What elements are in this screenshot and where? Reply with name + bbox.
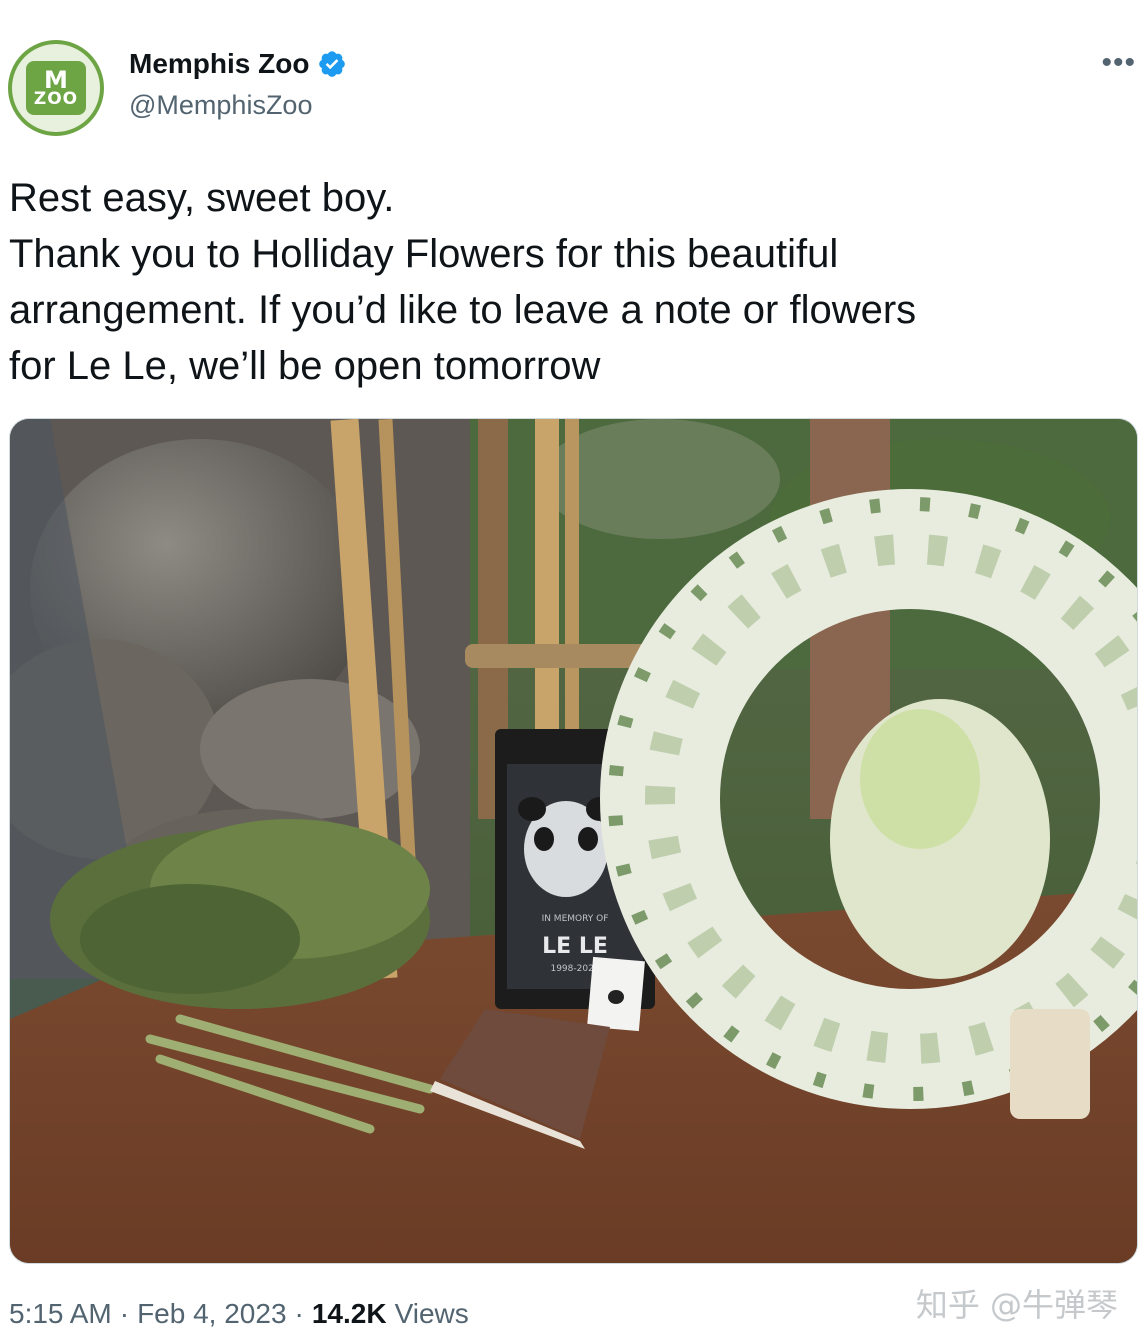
tweet-photo[interactable]: IN MEMORY OF LE LE 1998-2023 [9, 418, 1138, 1264]
watermark: 知乎 @牛弹琴 [915, 1286, 1118, 1324]
separator: · [119, 1298, 130, 1329]
tweet-date[interactable]: Feb 4, 2023 [137, 1298, 286, 1330]
tweet-text: Rest easy, sweet boy. Thank you to Holli… [9, 170, 1129, 394]
views-label: Views [394, 1298, 469, 1329]
tweet-text-line: Thank you to Holliday Flowers for this b… [9, 232, 839, 276]
views-count[interactable]: 14.2K [312, 1298, 387, 1330]
tweet-meta: 5:15 AM · Feb 4, 2023 · 14.2K Views [9, 1298, 469, 1330]
more-options-icon[interactable]: ••• [1101, 48, 1136, 78]
tweet-text-line: Rest easy, sweet boy. [9, 176, 395, 220]
sign-name: LE LE [542, 934, 608, 959]
author-display-name[interactable]: Memphis Zoo [129, 48, 309, 80]
memorial-photo: IN MEMORY OF LE LE 1998-2023 [10, 419, 1137, 1263]
author-name-row: Memphis Zoo [129, 48, 347, 80]
sign-caption: IN MEMORY OF [542, 914, 609, 924]
tweet-time[interactable]: 5:15 AM [9, 1298, 112, 1330]
author-handle[interactable]: @MemphisZoo [129, 90, 312, 121]
tweet-text-line: for Le Le, we’ll be open tomorrow [9, 344, 601, 388]
logo-text: ZOO [33, 88, 79, 109]
separator: · [294, 1298, 304, 1329]
tweet-text-line: arrangement. If you’d like to leave a no… [9, 288, 917, 332]
verified-badge-icon [319, 51, 346, 77]
zoo-logo: M ZOO [26, 61, 86, 115]
logo-letter: M [44, 65, 68, 94]
avatar[interactable]: M ZOO [8, 40, 104, 136]
